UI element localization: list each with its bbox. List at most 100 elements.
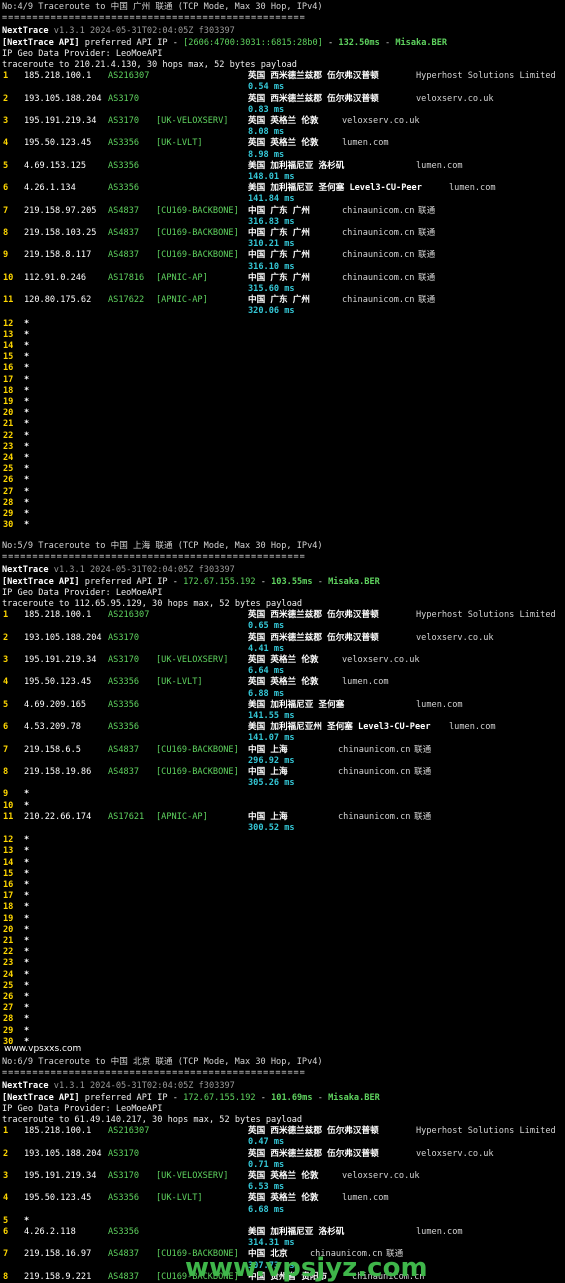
hop-ip: 4.69.153.125 xyxy=(24,160,87,171)
hop-asn: AS216307 xyxy=(108,71,150,82)
hop-host: lumen.com xyxy=(342,138,389,149)
geo-provider: IP Geo Data Provider: LeoMoeAPI xyxy=(2,587,163,598)
hop-host: veloxserv.co.uk xyxy=(342,116,420,126)
hop-asn: AS4837 xyxy=(108,1249,140,1260)
hop-host: Hyperhost Solutions Limited xyxy=(416,610,556,621)
version-text: v1.3.1 2024-05-31T02:04:05Z f303397 xyxy=(53,26,235,37)
hop-row: 8 219.158.19.86 AS4837 [CU169-BACKBONE] 中国 上… xyxy=(0,767,565,778)
hop-location: 美国 加利福尼亚 洛杉矶 xyxy=(248,160,345,171)
hop-asn: AS17622 xyxy=(108,295,145,306)
hop-number: 18 xyxy=(3,902,14,913)
hop-number: 13 xyxy=(3,329,14,340)
hop-location: 美国 加利福尼亚 洛杉矶 xyxy=(248,1227,345,1237)
api-ip: 172.67.155.192 xyxy=(183,1092,256,1103)
timeout-star: * xyxy=(24,486,30,497)
hop-rtt: 0.65 ms xyxy=(248,621,285,632)
hop-isp: 联通 xyxy=(414,767,432,777)
timeout-star: * xyxy=(24,464,30,475)
hop-number: 2 xyxy=(3,1148,9,1159)
api-ip: [2606:4700:3031::6815:28b0] xyxy=(183,37,323,48)
hop-ip: 219.158.16.97 xyxy=(24,1249,92,1260)
api-node: Misaka.BER xyxy=(395,37,448,48)
timeout-star: * xyxy=(24,430,30,441)
hop-number: 28 xyxy=(3,1014,14,1025)
version-text: v1.3.1 2024-05-31T02:04:05Z f303397 xyxy=(53,565,235,576)
hop-row: 5 4.69.209.165 AS3356 美国 加利福尼亚 圣何塞 lumen.com xyxy=(0,700,565,711)
hop-ip: 219.158.6.5 xyxy=(24,744,81,755)
hop-tag: [UK-VELOXSERV] xyxy=(156,655,229,665)
hop-row: 3 195.191.219.34 AS3170 [UK-VELOXSERV] 英国 英格… xyxy=(0,655,565,666)
timeout-row: 26 * xyxy=(0,992,565,1003)
api-line: [NextTrace API] preferred API IP - 172.6… xyxy=(2,1092,380,1103)
geo-provider: IP Geo Data Provider: LeoMoeAPI xyxy=(2,1103,163,1114)
hop-number: 23 xyxy=(3,958,14,969)
timeout-row: 23 * xyxy=(0,958,565,969)
hop-tag: [UK-LVLT] xyxy=(156,1193,203,1204)
hop-rtt: 0.83 ms xyxy=(248,104,285,115)
timeout-star: * xyxy=(24,835,30,846)
hop-number: 10 xyxy=(3,272,14,283)
timeout-star: * xyxy=(24,374,30,385)
hop-number: 8 xyxy=(3,767,9,777)
hop-ip: 219.158.19.86 xyxy=(24,767,92,777)
hop-location: 英国 英格兰 伦敦 xyxy=(248,655,319,665)
hop-rtt: 0.47 ms xyxy=(248,1137,285,1148)
api-label: [NextTrace API] xyxy=(2,37,80,48)
geo-provider: IP Geo Data Provider: LeoMoeAPI xyxy=(2,48,163,59)
hop-number: 16 xyxy=(3,880,14,890)
hop-row: 5 * xyxy=(0,1216,565,1227)
hop-number: 20 xyxy=(3,924,14,935)
hop-row: 2 193.105.188.204 AS3170 英国 西米德兰兹郡 伍尔弗汉普顿 ve… xyxy=(0,633,565,644)
hop-row: 4 195.50.123.45 AS3356 [UK-LVLT] 英国 英格兰 伦敦 lu… xyxy=(0,138,565,149)
hop-number: 8 xyxy=(3,1271,9,1282)
timeout-row: 20 * xyxy=(0,408,565,419)
hop-ip: 195.191.219.34 xyxy=(24,116,97,126)
hop-rtt: 305.26 ms xyxy=(248,778,295,789)
api-line: [NextTrace API] preferred API IP - 172.6… xyxy=(2,576,380,587)
hop-location: 中国 上海 xyxy=(248,811,288,822)
hop-rtt: 141.07 ms xyxy=(248,733,295,744)
hop-number: 8 xyxy=(3,228,9,238)
api-dash: - xyxy=(260,576,266,587)
nexttrace-version-line: NextTrace v1.3.1 2024-05-31T02:04:05Z f3… xyxy=(2,26,235,37)
hop-number: 11 xyxy=(3,295,14,306)
api-node: Misaka.BER xyxy=(328,1092,380,1103)
hop-host: chinaunicom.cn xyxy=(342,250,415,261)
hop-asn: AS3356 xyxy=(108,699,140,710)
hop-rtt: 316.83 ms xyxy=(248,216,295,227)
hop-number: 1 xyxy=(3,71,9,82)
separator: ========================================… xyxy=(2,13,306,24)
hop-number: 29 xyxy=(3,509,14,519)
timeout-row: 23 * xyxy=(0,442,565,453)
hop-location: 英国 西米德兰兹郡 伍尔弗汉普顿 xyxy=(248,1126,379,1137)
hop-tag: [APNIC-AP] xyxy=(156,811,208,822)
hop-row: 3 195.191.219.34 AS3170 [UK-VELOXSERV] 英国 英格… xyxy=(0,116,565,127)
hop-number: 27 xyxy=(3,486,14,497)
hop-ip: 4.69.209.165 xyxy=(24,699,87,710)
hop-location: 中国 广东 广州 xyxy=(248,205,310,216)
hop-ip: 4.26.2.118 xyxy=(24,1227,76,1237)
hop-number: 1 xyxy=(3,610,9,621)
hop-number: 26 xyxy=(3,992,14,1002)
hop-host: lumen.com xyxy=(416,160,463,171)
hop-rtt: 4.41 ms xyxy=(248,643,285,654)
hop-host: lumen.com xyxy=(449,183,496,194)
timeout-star: * xyxy=(24,1014,30,1025)
hop-number: 24 xyxy=(3,453,14,463)
hop-number: 27 xyxy=(3,1003,14,1014)
hop-location: 中国 广东 广州 xyxy=(248,228,310,238)
trace-target-line: traceroute to 61.49.140.217, 30 hops max… xyxy=(2,1115,303,1125)
timeout-star: * xyxy=(24,385,30,396)
timeout-star: * xyxy=(24,969,30,980)
timeout-row: 19 * xyxy=(0,914,565,925)
hop-isp: 联通 xyxy=(418,272,436,283)
hop-number: 5 xyxy=(3,699,9,710)
timeout-row: 15 * xyxy=(0,352,565,363)
hop-isp: 联通 xyxy=(418,205,436,216)
hop-asn: AS4837 xyxy=(108,205,140,216)
api-text: preferred API IP - xyxy=(84,576,178,587)
hop-location: 中国 广东 广州 xyxy=(248,272,310,283)
hop-rtt: 320.06 ms xyxy=(248,306,295,317)
hop-location: 英国 英格兰 伦敦 xyxy=(248,1193,319,1204)
api-latency: 101.69ms xyxy=(271,1092,313,1103)
